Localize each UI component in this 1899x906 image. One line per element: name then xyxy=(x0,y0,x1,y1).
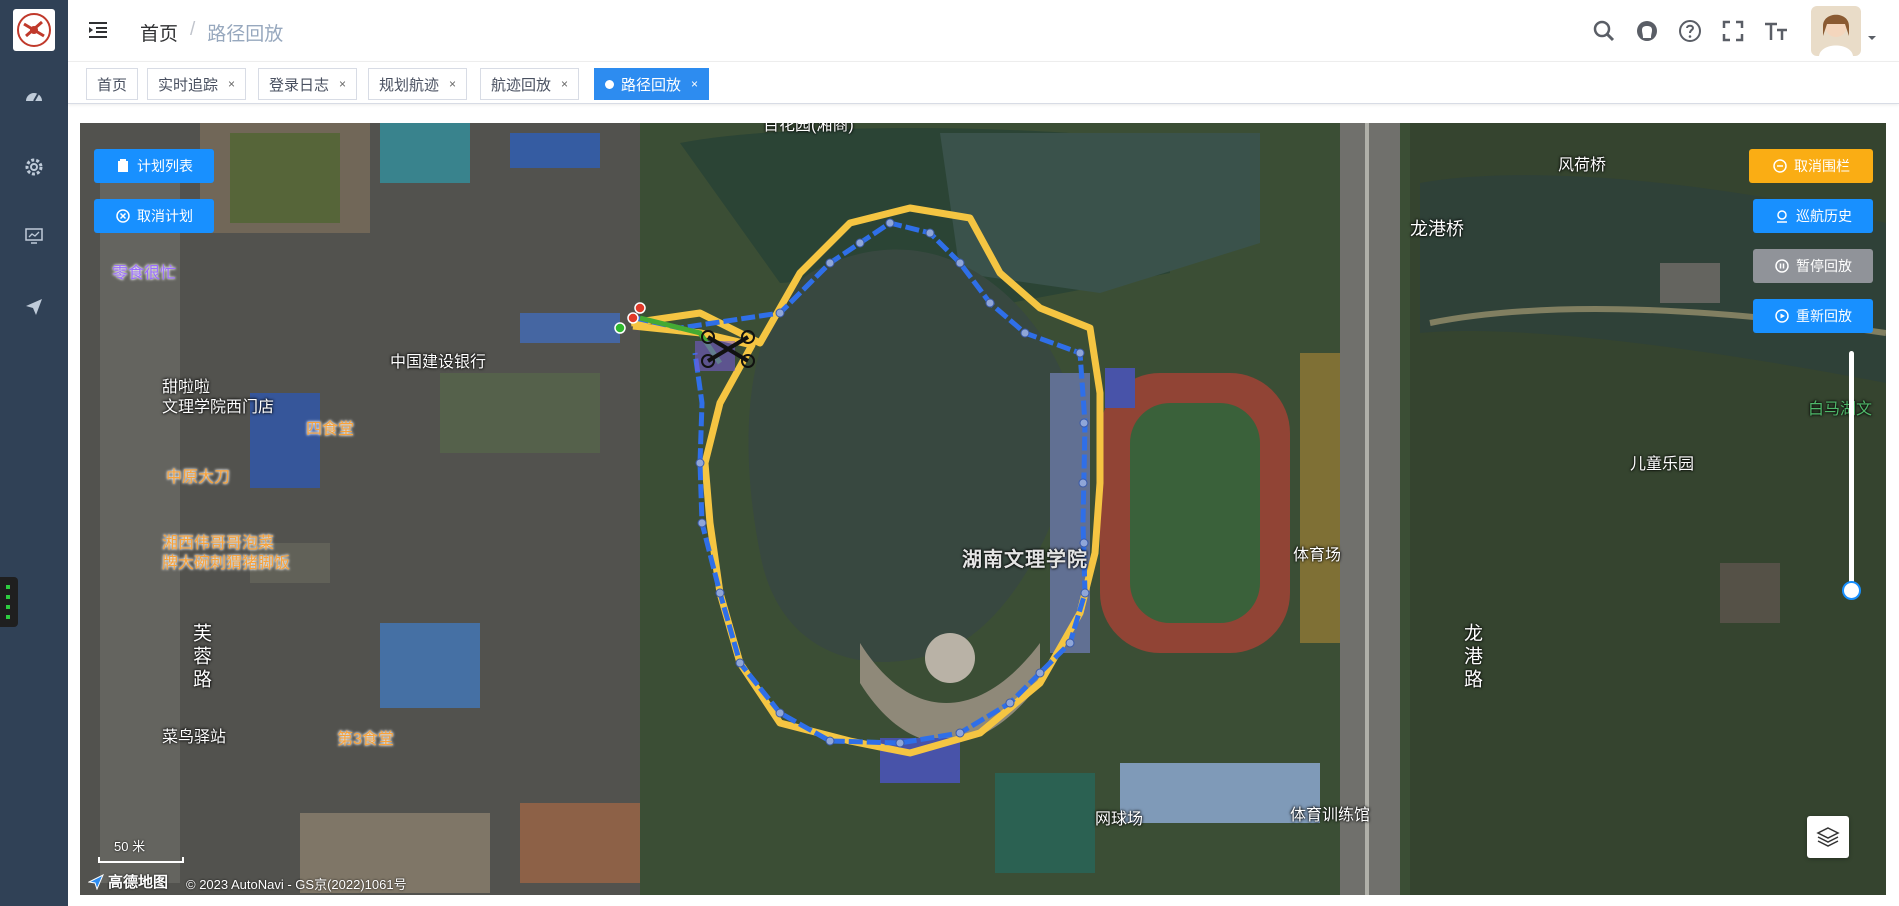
tag-label: 航迹回放 xyxy=(491,76,552,94)
map-label: 第3食堂 xyxy=(337,731,394,748)
pause-circle-icon xyxy=(1774,258,1790,274)
app-logo[interactable] xyxy=(13,9,55,51)
logo-emblem-icon xyxy=(17,13,51,47)
map-label: 牌大碗刺猬猪脚饭 xyxy=(162,555,291,572)
sidebar xyxy=(0,0,68,906)
tag-home[interactable]: 首页 xyxy=(86,68,139,100)
tag-label: 规划航迹 xyxy=(379,76,440,94)
pause-replay-button[interactable]: 暂停回放 xyxy=(1753,249,1873,283)
map-label: 中原大刀 xyxy=(166,469,231,486)
map-label: 菜鸟驿站 xyxy=(162,729,227,746)
tag-path-replay[interactable]: 路径回放 × xyxy=(594,68,710,100)
fullscreen-icon[interactable] xyxy=(1719,17,1747,45)
tag-track-replay[interactable]: 航迹回放 × xyxy=(480,68,580,100)
plan-list-label: 计划列表 xyxy=(137,158,193,174)
map-label: 龙港路 xyxy=(1461,623,1482,692)
map-label: 中国建设银行 xyxy=(390,354,487,371)
restart-replay-label: 重新回放 xyxy=(1796,308,1852,324)
close-icon[interactable]: × xyxy=(228,77,235,91)
map-label: 龙港桥 xyxy=(1410,219,1464,239)
layers-icon[interactable] xyxy=(1807,816,1849,858)
user-search-icon xyxy=(1774,208,1790,224)
breadcrumb-current: 路径回放 xyxy=(207,24,284,45)
slider-handle[interactable] xyxy=(1842,581,1861,600)
breadcrumb-home[interactable]: 首页 xyxy=(140,19,178,46)
breadcrumb: 首页 / 路径回放 xyxy=(140,19,283,46)
cancel-fence-button[interactable]: 取消围栏 xyxy=(1749,149,1873,183)
tag-login-log[interactable]: 登录日志 × xyxy=(258,68,358,100)
tags-view: 首页 实时追踪 × 登录日志 × 规划航迹 × 航迹回放 × 路径回放 × xyxy=(68,62,1899,104)
map-scale: 50 米 xyxy=(98,836,184,863)
amap-logo[interactable]: 高德地图 xyxy=(88,871,168,892)
satellite-imagery xyxy=(80,123,1886,895)
tag-label: 登录日志 xyxy=(269,76,330,94)
map-label: 体育训练馆 xyxy=(1290,807,1371,824)
scale-label: 50 米 xyxy=(114,839,146,854)
minus-circle-icon xyxy=(1772,158,1788,174)
map-label: 芙蓉路 xyxy=(190,623,211,692)
map-label: 文理学院西门店 xyxy=(162,399,275,416)
active-dot-icon xyxy=(605,79,614,89)
top-navbar: 首页 / 路径回放 xyxy=(68,0,1899,62)
help-icon[interactable] xyxy=(1676,17,1704,45)
cancel-plan-button[interactable]: 取消计划 xyxy=(94,199,214,233)
restart-replay-button[interactable]: 重新回放 xyxy=(1753,299,1873,333)
plan-list-button[interactable]: 计划列表 xyxy=(94,149,214,183)
map-label: 网球场 xyxy=(1095,811,1144,828)
close-icon[interactable]: × xyxy=(339,77,346,91)
patrol-history-button[interactable]: 巡航历史 xyxy=(1753,199,1873,233)
play-circle-icon xyxy=(1774,308,1790,324)
replay-speed-slider[interactable] xyxy=(1849,351,1854,596)
tag-realtime-tracking[interactable]: 实时追踪 × xyxy=(147,68,247,100)
patrol-history-label: 巡航历史 xyxy=(1796,208,1852,224)
map-label: 湖南文理学院 xyxy=(962,549,1088,571)
map-label: 白马湖文 xyxy=(1808,401,1873,418)
close-icon[interactable]: × xyxy=(691,77,698,91)
send-icon[interactable] xyxy=(22,295,46,319)
navbar-actions xyxy=(1590,0,1899,62)
map-label: 儿童乐园 xyxy=(1630,456,1695,473)
tag-label: 首页 xyxy=(97,76,128,94)
map-label: 风荷桥 xyxy=(1558,157,1607,174)
dashboard-icon[interactable] xyxy=(22,85,46,109)
map-label: 体育场 xyxy=(1293,547,1342,564)
menu-toggle-icon[interactable] xyxy=(86,18,110,42)
pause-replay-label: 暂停回放 xyxy=(1796,258,1852,274)
monitor-icon[interactable] xyxy=(22,224,46,248)
map-copyright: © 2023 AutoNavi - GS京(2022)1061号 xyxy=(186,877,407,892)
amap-logo-icon xyxy=(88,873,104,890)
tag-label: 路径回放 xyxy=(621,76,682,94)
tag-planned-route[interactable]: 规划航迹 × xyxy=(368,68,468,100)
map-label: 四食堂 xyxy=(306,421,355,438)
map-label: 零食很忙 xyxy=(112,265,177,282)
font-size-icon[interactable] xyxy=(1762,17,1790,45)
user-avatar[interactable] xyxy=(1811,6,1861,56)
brand-label: 高德地图 xyxy=(108,874,169,891)
breadcrumb-separator: / xyxy=(190,19,196,40)
chevron-down-icon[interactable] xyxy=(1865,31,1889,55)
close-icon[interactable]: × xyxy=(561,77,568,91)
satellite-map[interactable]: 百花园(湘商) 零食很忙 中国建设银行 甜啦啦 文理学院西门店 四食堂 中原大刀… xyxy=(80,123,1886,895)
sidebar-handle[interactable] xyxy=(0,577,18,627)
close-circle-icon xyxy=(115,208,131,224)
tag-label: 实时追踪 xyxy=(158,76,219,94)
clipboard-icon xyxy=(115,158,131,174)
cancel-fence-label: 取消围栏 xyxy=(1794,158,1850,174)
close-icon[interactable]: × xyxy=(449,77,456,91)
map-label: 百花园(湘商) xyxy=(763,123,854,134)
cancel-plan-label: 取消计划 xyxy=(137,208,193,224)
settings-icon[interactable] xyxy=(22,155,46,179)
github-icon[interactable] xyxy=(1633,17,1661,45)
search-icon[interactable] xyxy=(1590,17,1618,45)
